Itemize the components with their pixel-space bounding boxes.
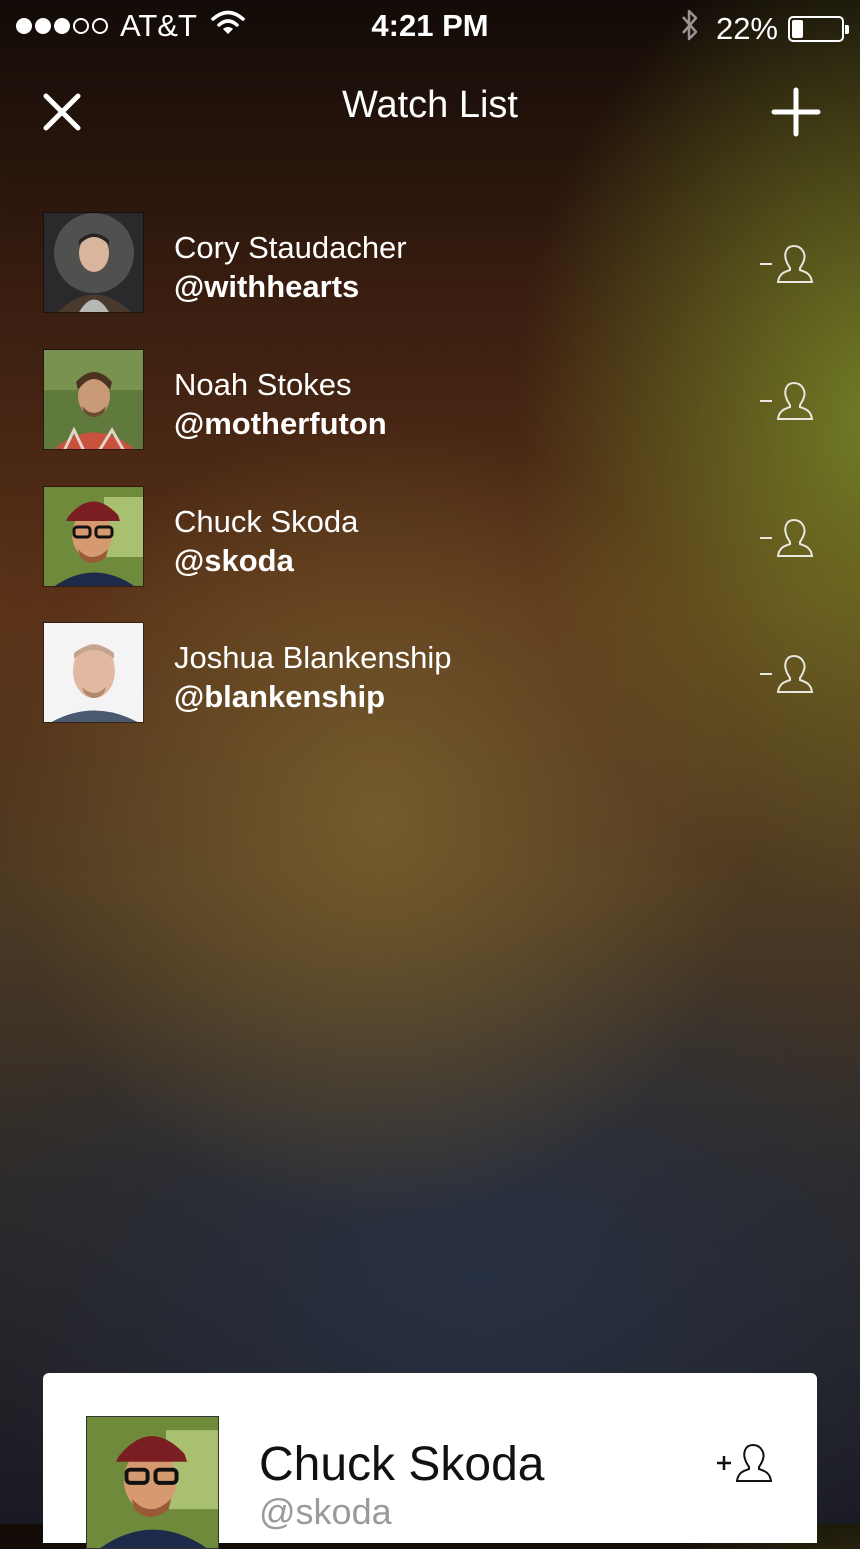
user-handle: @skoda — [174, 543, 294, 578]
add-button[interactable] — [770, 86, 822, 138]
page-title: Watch List — [342, 84, 518, 126]
battery-percent: 22% — [715, 11, 778, 46]
user-handle: @withhearts — [174, 269, 360, 304]
remove-user-button[interactable] — [758, 516, 816, 560]
add-user-icon — [717, 1443, 773, 1482]
status-bar: AT&T 4:21 PM 22% — [0, 0, 860, 54]
avatar — [43, 622, 144, 723]
remove-user-icon — [760, 518, 814, 557]
avatar — [43, 486, 144, 587]
user-handle: @motherfuton — [174, 406, 387, 441]
remove-user-button[interactable] — [758, 379, 816, 423]
battery-level — [792, 20, 803, 38]
remove-user-button[interactable] — [758, 242, 816, 286]
plus-icon — [771, 87, 821, 137]
add-user-button[interactable] — [715, 1441, 775, 1485]
remove-user-button[interactable] — [758, 652, 816, 696]
battery-icon — [788, 16, 849, 42]
list-item[interactable]: Chuck Skoda @skoda — [0, 486, 860, 590]
user-name: Chuck Skoda — [174, 504, 359, 539]
avatar — [43, 349, 144, 450]
user-name: Noah Stokes — [174, 367, 352, 402]
list-item[interactable]: Joshua Blankenship @blankenship — [0, 622, 860, 726]
status-right: 22% — [680, 8, 849, 50]
remove-user-icon — [760, 381, 814, 420]
remove-user-icon — [760, 244, 814, 283]
user-handle: @blankenship — [174, 679, 386, 714]
remove-user-icon — [760, 654, 814, 693]
bluetooth-icon — [680, 8, 700, 50]
profile-card[interactable]: Chuck Skoda @skoda — [43, 1373, 817, 1549]
list-item[interactable]: Cory Staudacher @withhearts — [0, 212, 860, 316]
user-name: Cory Staudacher — [174, 230, 407, 265]
avatar — [43, 212, 144, 313]
user-name: Joshua Blankenship — [174, 640, 452, 675]
profile-handle: @skoda — [259, 1491, 392, 1532]
avatar — [86, 1416, 219, 1549]
profile-name: Chuck Skoda — [259, 1438, 545, 1491]
list-item[interactable]: Noah Stokes @motherfuton — [0, 349, 860, 453]
nav-bar: Watch List — [0, 70, 860, 150]
